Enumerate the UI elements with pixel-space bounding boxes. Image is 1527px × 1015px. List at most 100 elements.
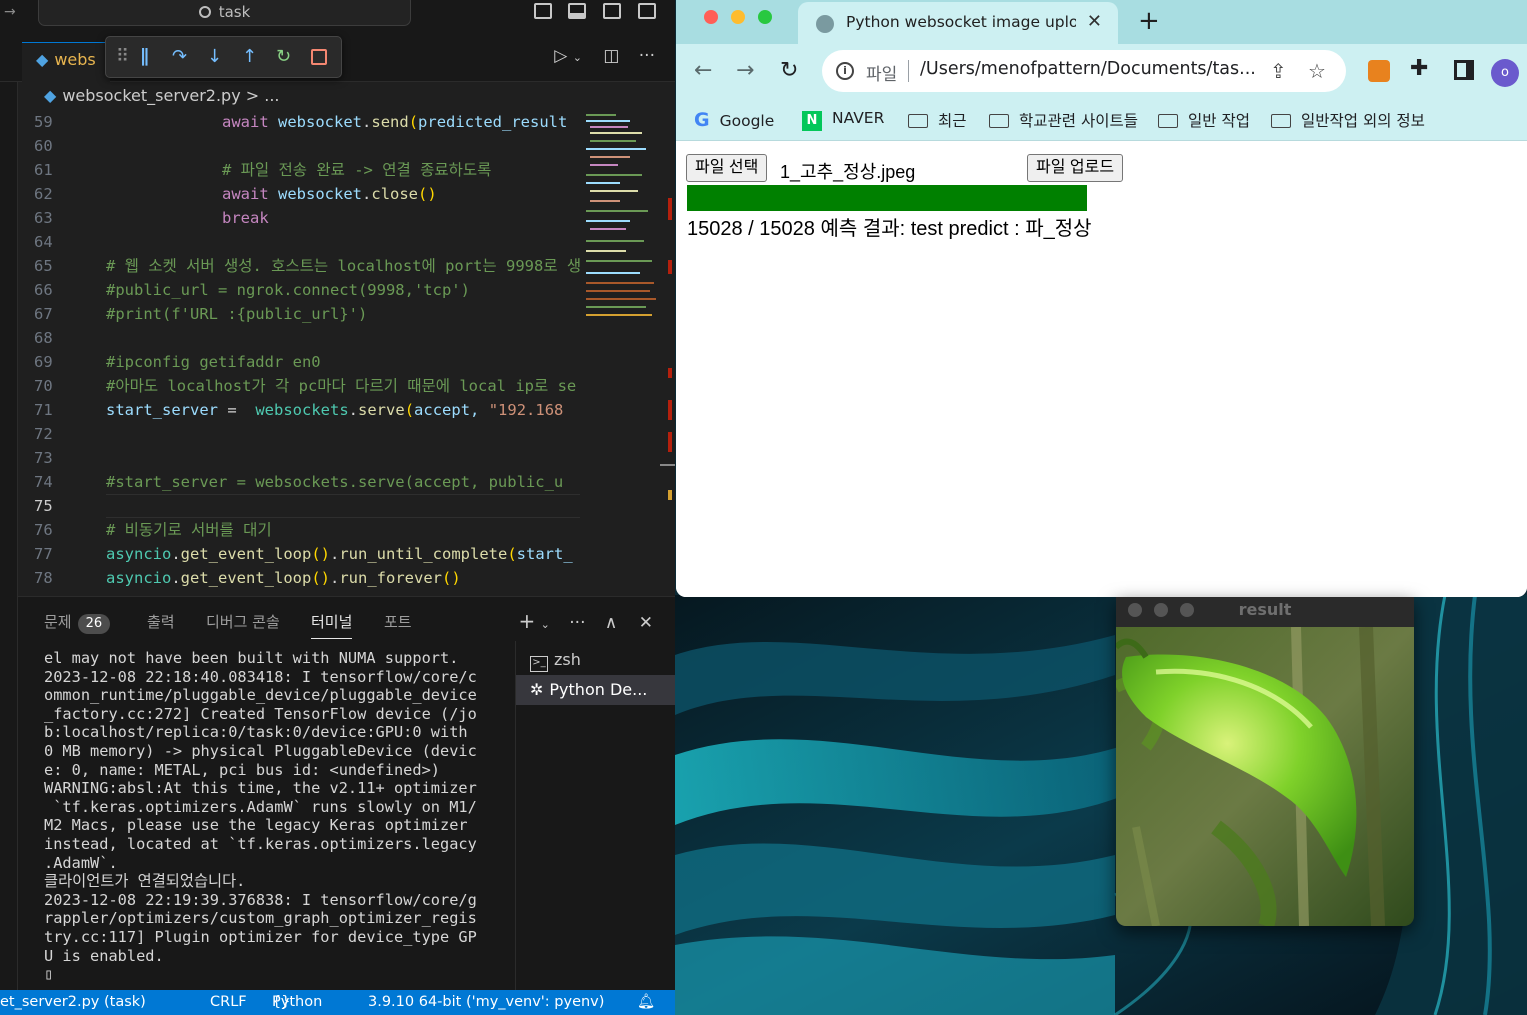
- step-into-icon[interactable]: ↓: [207, 47, 222, 67]
- split-editor-icon[interactable]: ◫: [603, 46, 619, 66]
- activity-edge: [0, 82, 18, 990]
- bookmark-star-icon[interactable]: ☆: [1308, 59, 1326, 83]
- close-tab-icon[interactable]: ✕: [1087, 11, 1102, 32]
- close-panel-icon[interactable]: ✕: [639, 613, 653, 633]
- code-line-63: break: [222, 209, 269, 227]
- status-eol[interactable]: CRLF: [210, 990, 247, 1015]
- bookmark-naver[interactable]: N NAVER: [802, 109, 884, 131]
- code-line-66: #public_url = ngrok.connect(9998,'tcp'): [106, 281, 470, 299]
- line-number: 65: [34, 257, 53, 275]
- customize-layout-icon[interactable]: [638, 3, 656, 19]
- terminal-line: 2023-12-08 22:18:40.083418: I tensorflow…: [44, 667, 477, 686]
- url-text[interactable]: /Users/menofpattern/Documents/tas...: [920, 59, 1262, 79]
- terminal-line: e: 0, name: METAL, pci bus id: <undefine…: [44, 760, 441, 779]
- tab-problems[interactable]: 문제 26: [44, 611, 111, 634]
- terminal-dropdown-icon[interactable]: ⌄: [541, 618, 550, 631]
- forward-icon[interactable]: →: [736, 58, 754, 83]
- choose-file-button[interactable]: 파일 선택: [686, 154, 768, 182]
- tab-terminal[interactable]: 터미널: [311, 611, 353, 639]
- line-number: 75: [34, 497, 53, 515]
- new-tab-button[interactable]: +: [1138, 6, 1160, 36]
- breadcrumb-file[interactable]: websocket_server2.py: [62, 86, 240, 105]
- share-icon[interactable]: ⇪: [1270, 59, 1287, 83]
- step-out-icon[interactable]: ↑: [242, 47, 257, 67]
- minimize-window-button[interactable]: [731, 10, 745, 24]
- line-number: 77: [34, 545, 53, 563]
- terminal-line: el may not have been built with NUMA sup…: [44, 649, 459, 667]
- upload-file-button[interactable]: 파일 업로드: [1027, 154, 1124, 182]
- search-icon: [198, 6, 211, 18]
- code-line-74: #start_server = websockets.serve(accept,…: [106, 473, 564, 491]
- toggle-sidebar-icon[interactable]: [534, 3, 552, 19]
- terminal-line: M2 Macs, please use the legacy Keras opt…: [44, 816, 468, 835]
- status-task[interactable]: et_server2.py (task): [0, 990, 146, 1015]
- code-line-65: # 웹 소켓 서버 생성. 호스트는 localhost에 port는 9998…: [106, 257, 582, 275]
- bookmark-google[interactable]: G Google: [694, 109, 774, 131]
- tab-ports[interactable]: 포트: [384, 611, 412, 632]
- minimap[interactable]: [580, 110, 660, 595]
- title-bar: → task: [0, 0, 675, 34]
- terminal-line: ommon_runtime/pluggable_device/pluggable…: [44, 686, 477, 705]
- run-icon[interactable]: ▷: [554, 46, 567, 66]
- info-icon[interactable]: i: [836, 62, 854, 80]
- side-panel-icon[interactable]: [1454, 60, 1474, 80]
- result-window-titlebar[interactable]: result: [1116, 597, 1414, 627]
- zoom-window-button[interactable]: [758, 10, 772, 24]
- profile-avatar[interactable]: o: [1491, 59, 1519, 87]
- run-dropdown-icon[interactable]: ⌄: [573, 51, 582, 64]
- tab-debug-console[interactable]: 디버그 콘솔: [206, 611, 280, 632]
- toggle-panel-icon[interactable]: [568, 3, 586, 19]
- line-number: 61: [34, 161, 53, 179]
- bottom-panel: 문제 26 출력 디버그 콘솔 터미널 포트 + ⌄ ··· ∧ ✕ el may…: [18, 596, 675, 991]
- terminal-line: rappler/optimizers/custom_graph_optimize…: [44, 909, 477, 928]
- breadcrumb[interactable]: ◆ websocket_server2.py > ...: [44, 86, 280, 105]
- stop-icon[interactable]: [311, 49, 327, 65]
- pause-icon[interactable]: ∥: [140, 47, 149, 67]
- prediction-result: 15028 / 15028 예측 결과: test predict : 파_정상: [687, 218, 1092, 240]
- folder-icon: [989, 114, 1009, 128]
- notifications-bell-icon[interactable]: 🔔︎: [637, 990, 655, 1015]
- result-window-title: result: [1238, 600, 1292, 619]
- bookmark-folder-info[interactable]: 일반작업 외의 정보: [1271, 109, 1425, 131]
- bookmark-folder-school[interactable]: 학교관련 사이트들: [989, 109, 1138, 131]
- line-number: 71: [34, 401, 53, 419]
- reload-icon[interactable]: ↻: [780, 58, 798, 83]
- upload-progress-fill: [687, 185, 1087, 211]
- extensions-puzzle-icon[interactable]: ✚: [1410, 56, 1428, 81]
- tab-output[interactable]: 출력: [147, 611, 175, 632]
- more-actions-icon[interactable]: ···: [639, 46, 655, 66]
- step-over-icon[interactable]: ↷: [172, 47, 187, 67]
- back-icon[interactable]: ←: [694, 58, 712, 83]
- editor-scrollbar[interactable]: [660, 110, 675, 595]
- more-actions-icon[interactable]: ···: [569, 613, 585, 633]
- maximize-panel-icon[interactable]: ∧: [605, 613, 617, 633]
- drag-handle-icon[interactable]: ⠿: [116, 47, 129, 67]
- status-interpreter[interactable]: 3.9.10 64-bit ('my_venv': pyenv): [368, 990, 604, 1015]
- code-editor[interactable]: 59 60 61 62 63 64 65 66 67 68 69 70 71 72 73 74 75 76 77 78…: [18, 110, 582, 595]
- code-line-61: # 파일 전송 완료 -> 연결 종료하도록: [222, 161, 492, 179]
- bookmark-folder-recent[interactable]: 최근: [908, 109, 967, 131]
- line-number: 66: [34, 281, 53, 299]
- toggle-secondary-sidebar-icon[interactable]: [603, 3, 621, 19]
- bookmark-folder-work[interactable]: 일반 작업: [1158, 109, 1250, 131]
- tab-websocket-server[interactable]: ◆ webs: [22, 42, 110, 82]
- terminal-item-python-debug[interactable]: ✲ Python De...: [516, 675, 675, 705]
- terminal-item-zsh[interactable]: >_ zsh: [516, 645, 675, 675]
- command-center-search[interactable]: task: [38, 0, 411, 26]
- back-arrow-icon[interactable]: →: [4, 4, 16, 20]
- close-window-button[interactable]: [704, 10, 718, 24]
- terminal-line: 0 MB memory) -> physical PluggableDevice…: [44, 741, 477, 760]
- browser-tab[interactable]: Python websocket image uplo ✕: [798, 2, 1118, 44]
- new-terminal-icon[interactable]: +: [518, 609, 535, 633]
- bookmarks-bar: G Google N NAVER 최근 학교관련 사이트들 일반 작업 일반작업 외…: [676, 99, 1527, 141]
- problems-count-badge: 26: [77, 614, 111, 634]
- google-logo-icon: G: [694, 109, 710, 131]
- terminal-output[interactable]: el may not have been built with NUMA sup…: [44, 649, 514, 989]
- metamask-extension-icon[interactable]: [1368, 60, 1390, 82]
- code-line-78: asyncio.get_event_loop().run_forever(): [106, 569, 461, 587]
- restart-icon[interactable]: ↻: [276, 47, 291, 67]
- current-line-highlight: [106, 494, 580, 518]
- folder-icon: [908, 114, 928, 128]
- breadcrumb-more[interactable]: > ...: [246, 86, 280, 105]
- address-bar[interactable]: i 파일 /Users/menofpattern/Documents/tas..…: [822, 50, 1346, 92]
